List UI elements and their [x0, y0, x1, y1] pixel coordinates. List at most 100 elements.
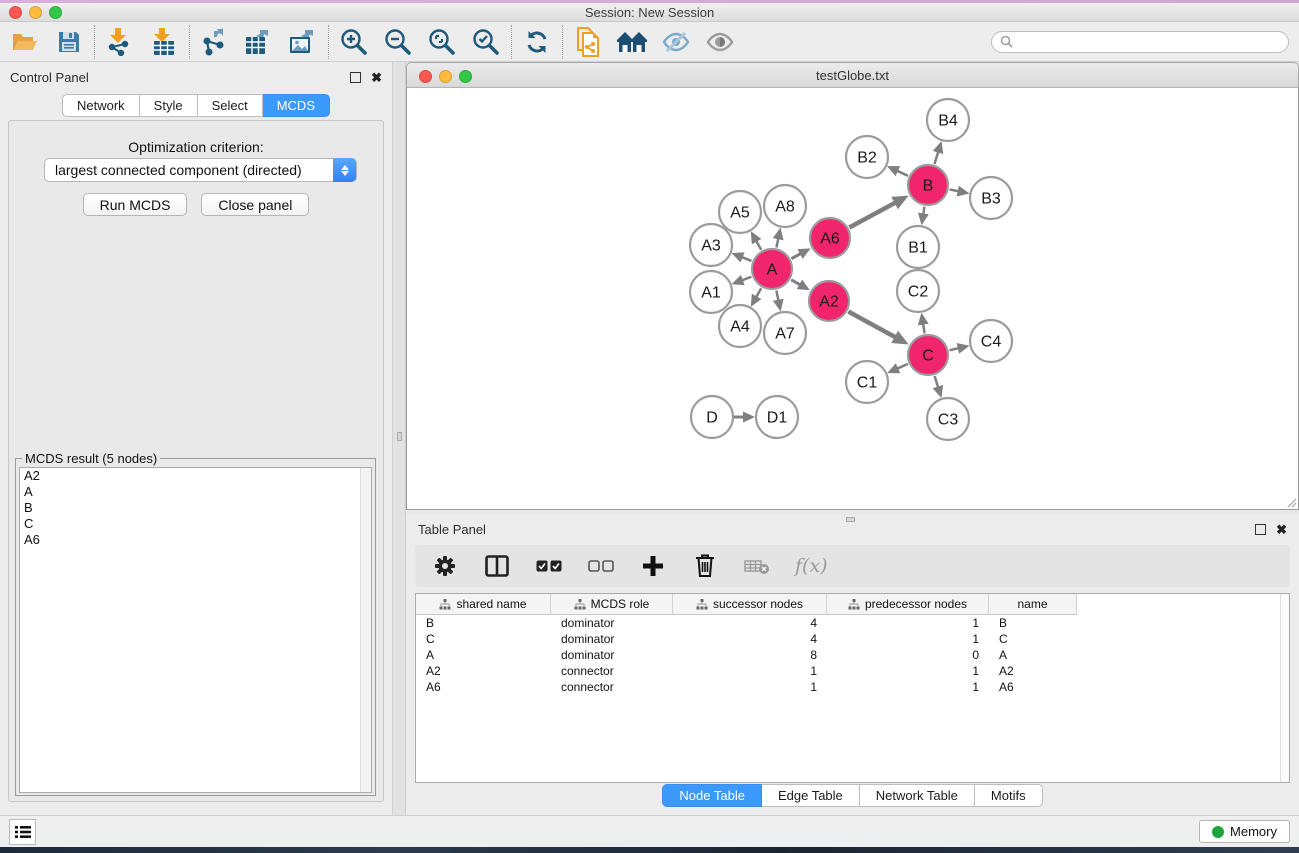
network-close-button[interactable] [419, 70, 432, 83]
tab-motifs[interactable]: Motifs [975, 784, 1043, 807]
minimize-window-button[interactable] [29, 6, 42, 19]
duplicate-network-icon[interactable] [571, 27, 605, 57]
table-row[interactable]: Adominator80A [416, 647, 1289, 663]
column-header-MCDS-role[interactable]: MCDS role [551, 594, 673, 615]
table-splitter-grip[interactable] [846, 517, 855, 522]
column-header-shared-name[interactable]: shared name [416, 594, 551, 615]
table-float-panel-icon[interactable] [1255, 524, 1266, 535]
hide-eye-icon[interactable] [659, 27, 693, 57]
edge-A-A2[interactable] [791, 280, 801, 286]
result-list-item[interactable]: B [20, 500, 371, 516]
close-panel-icon[interactable]: ✖ [371, 72, 382, 83]
search-input[interactable] [1017, 35, 1267, 49]
save-floppy-icon[interactable] [52, 27, 86, 57]
resize-grip-icon[interactable] [1285, 496, 1297, 508]
result-list-scrollbar[interactable] [360, 468, 371, 792]
window-titlebar[interactable]: Session: New Session [0, 3, 1299, 22]
result-list-item[interactable]: A2 [20, 468, 371, 484]
export-table-icon[interactable] [242, 27, 276, 57]
edge-A6-B[interactable] [849, 202, 896, 227]
tab-network[interactable]: Network [62, 94, 140, 117]
zoom-window-button[interactable] [49, 6, 62, 19]
close-panel-button[interactable]: Close panel [201, 193, 309, 216]
result-list-item[interactable]: A [20, 484, 371, 500]
column-header-successor-nodes[interactable]: successor nodes [673, 594, 827, 615]
select-all-icon[interactable] [535, 551, 563, 581]
table-row[interactable]: A2connector11A2 [416, 663, 1289, 679]
edge-A-A3[interactable] [741, 257, 752, 261]
table-scrollbar[interactable] [1280, 594, 1289, 782]
network-canvas[interactable]: B4B2BB3A8A5A6B1A3AC2A1A2A4A7C4CC1C3DD1 [406, 88, 1299, 510]
open-folder-icon[interactable] [8, 27, 42, 57]
tab-mcds[interactable]: MCDS [263, 94, 330, 117]
table-cell: 1 [827, 632, 989, 646]
zoom-in-icon[interactable] [337, 27, 371, 57]
edge-A-A4[interactable] [756, 288, 762, 298]
trash-icon[interactable] [691, 551, 719, 581]
export-network-icon[interactable] [198, 27, 232, 57]
add-icon[interactable] [639, 551, 667, 581]
network-window-titlebar[interactable]: testGlobe.txt [406, 62, 1299, 88]
import-network-icon[interactable] [103, 27, 137, 57]
gear-icon[interactable] [431, 551, 459, 581]
edge-A-A7[interactable] [776, 291, 778, 302]
column-header-name[interactable]: name [989, 594, 1077, 615]
zoom-fit-icon[interactable] [425, 27, 459, 57]
tab-select[interactable]: Select [198, 94, 263, 117]
refresh-icon[interactable] [520, 27, 554, 57]
houses-icon[interactable] [615, 27, 649, 57]
zoom-selected-icon[interactable] [469, 27, 503, 57]
edge-C-C2[interactable] [923, 323, 925, 334]
node-label-A4: A4 [730, 319, 750, 336]
panel-splitter[interactable] [392, 62, 406, 815]
edge-A-A1[interactable] [741, 277, 751, 281]
node-label-B: B [923, 178, 934, 195]
import-table-icon[interactable] [147, 27, 181, 57]
node-table[interactable]: shared nameMCDS rolesuccessor nodesprede… [415, 593, 1290, 783]
mcds-result-list[interactable]: A2ABCA6 [19, 467, 372, 793]
tab-edge-table[interactable]: Edge Table [762, 784, 860, 807]
run-mcds-button[interactable]: Run MCDS [83, 193, 188, 216]
network-minimize-button[interactable] [439, 70, 452, 83]
deselect-all-icon[interactable] [587, 551, 615, 581]
edge-A-A8[interactable] [776, 237, 778, 247]
edge-C-C1[interactable] [896, 364, 908, 369]
optimization-criterion-dropdown[interactable]: largest connected component (directed) [44, 158, 357, 182]
edge-A-A6[interactable] [791, 253, 801, 259]
column-header-predecessor-nodes[interactable]: predecessor nodes [827, 594, 989, 615]
task-history-button[interactable] [9, 819, 36, 845]
table-cell: A2 [416, 664, 551, 678]
columns-icon[interactable] [483, 551, 511, 581]
network-zoom-button[interactable] [459, 70, 472, 83]
search-field[interactable] [991, 31, 1289, 53]
edge-B-B4[interactable] [934, 151, 938, 164]
table-row[interactable]: A6connector11A6 [416, 679, 1289, 695]
tab-style[interactable]: Style [140, 94, 198, 117]
dropdown-stepper-icon [333, 158, 356, 182]
edge-B-B2[interactable] [896, 170, 908, 175]
splitter-grip[interactable] [397, 432, 402, 441]
node-label-D1: D1 [767, 410, 788, 427]
edge-C-C3[interactable] [935, 376, 939, 388]
tab-node-table[interactable]: Node Table [662, 784, 762, 807]
tab-network-table[interactable]: Network Table [860, 784, 975, 807]
table-row[interactable]: Cdominator41C [416, 631, 1289, 647]
edge-B-B3[interactable] [950, 189, 960, 191]
table-row[interactable]: Bdominator41B [416, 615, 1289, 631]
delete-column-icon[interactable] [743, 551, 771, 581]
edge-B-B1[interactable] [923, 207, 924, 216]
close-window-button[interactable] [9, 6, 22, 19]
table-cell: 1 [827, 664, 989, 678]
memory-button[interactable]: Memory [1199, 820, 1290, 843]
edge-A-A5[interactable] [756, 240, 762, 250]
edge-C-C4[interactable] [949, 348, 959, 350]
network-view-window: testGlobe.txt B4B2BB3A8A5A6B1A3AC2A1A2A4… [406, 62, 1299, 515]
show-eye-icon[interactable] [703, 27, 737, 57]
table-close-panel-icon[interactable]: ✖ [1276, 524, 1287, 535]
zoom-out-icon[interactable] [381, 27, 415, 57]
export-image-icon[interactable] [286, 27, 320, 57]
result-list-item[interactable]: C [20, 516, 371, 532]
result-list-item[interactable]: A6 [20, 532, 371, 548]
edge-A2-C[interactable] [848, 312, 896, 338]
float-panel-icon[interactable] [350, 72, 361, 83]
